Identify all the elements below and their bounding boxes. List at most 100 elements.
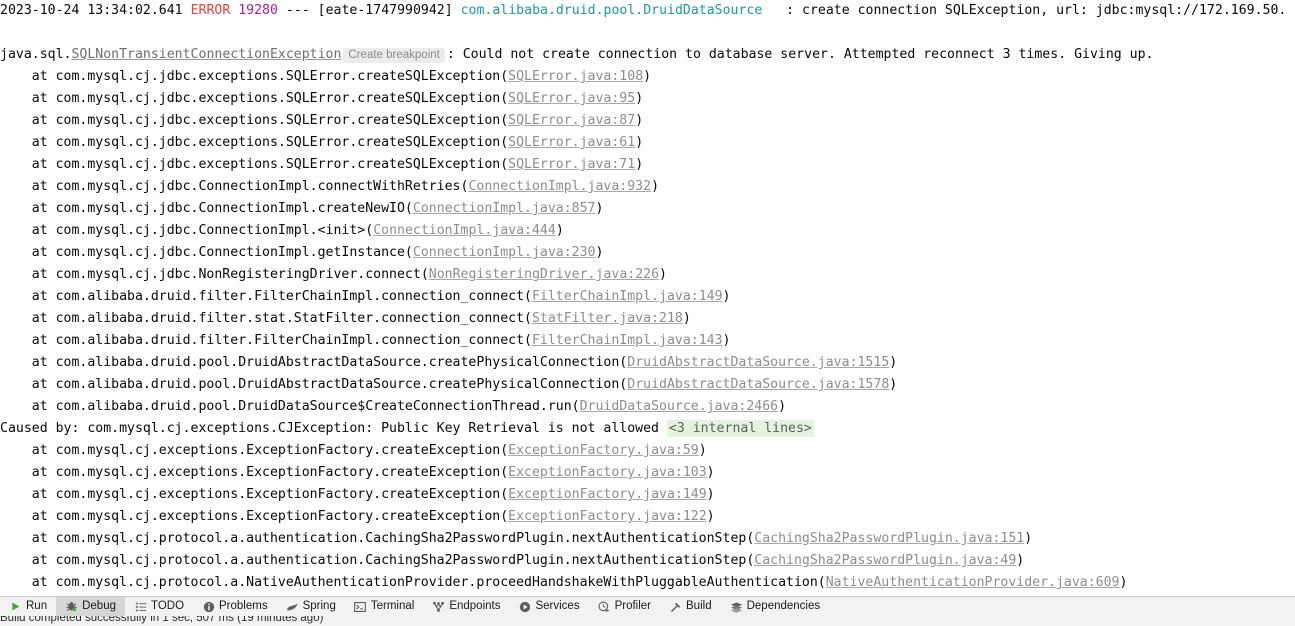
stack-frame-source-link[interactable]: DruidAbstractDataSource.java:1578 (627, 377, 889, 392)
tool-window-bar: Run Debug TODO Problems Spring Terminal Endpoi… (0, 596, 1295, 616)
create-breakpoint-badge[interactable]: Create breakpoint (343, 48, 445, 63)
log-separator: --- (285, 3, 310, 18)
tool-window-tab-build[interactable]: Build (660, 597, 721, 616)
tool-window-tab-label: Run (26, 600, 48, 612)
endpoints-icon (432, 600, 445, 613)
stack-frame-source-link[interactable]: ExceptionFactory.java:103 (508, 465, 707, 480)
tool-window-tab-todo[interactable]: TODO (125, 597, 193, 616)
stack-frame-paren-close: ) (682, 311, 691, 326)
profiler-icon (598, 600, 611, 613)
build-hammer-icon (669, 600, 682, 613)
stack-frame-line: at com.alibaba.druid.pool.DruidDataSourc… (0, 396, 1295, 418)
stack-frame-paren-close: ) (722, 289, 731, 304)
stack-frame-source-link[interactable]: ConnectionImpl.java:444 (373, 223, 556, 238)
exception-headline: java.sql.SQLNonTransientConnectionExcept… (0, 44, 1295, 66)
log-pid: 19280 (238, 3, 278, 18)
stack-frame-source-link[interactable]: ExceptionFactory.java:59 (508, 443, 699, 458)
stack-frame-paren-close: ) (659, 267, 667, 282)
stack-frame-paren-open: ( (524, 333, 532, 348)
stack-frame-method: com.alibaba.druid.pool.DruidAbstractData… (55, 355, 620, 370)
tool-window-tab-dependencies[interactable]: Dependencies (721, 597, 830, 616)
stack-frame-line: at com.mysql.cj.jdbc.exceptions.SQLError… (0, 110, 1295, 132)
stack-frame-method: com.mysql.cj.exceptions.ExceptionFactory… (55, 487, 501, 502)
tool-window-tab-label: TODO (151, 600, 185, 612)
stack-frame-indent: at (0, 69, 56, 84)
stack-frame-source-link[interactable]: ExceptionFactory.java:149 (508, 487, 707, 502)
run-icon (9, 600, 22, 613)
stack-frame-indent: at (0, 377, 56, 392)
tool-window-tab-problems[interactable]: Problems (193, 597, 277, 616)
terminal-icon (354, 600, 367, 613)
stack-frame-method: com.mysql.cj.jdbc.exceptions.SQLError.cr… (55, 135, 501, 150)
stack-frame-source-link[interactable]: SQLError.java:61 (508, 135, 635, 150)
tool-window-tab-debug[interactable]: Debug (56, 597, 125, 616)
stack-frame-paren-close: ) (778, 399, 787, 414)
stack-frame-method: com.mysql.cj.protocol.a.authentication.C… (55, 531, 747, 546)
stack-frame-source-link[interactable]: DruidDataSource.java:2466 (580, 399, 779, 414)
tool-window-tab-label: Terminal (370, 600, 415, 612)
tool-window-tab-profiler[interactable]: Profiler (589, 597, 660, 616)
stack-frame-indent: at (0, 553, 56, 568)
stack-frame-line: at com.mysql.cj.exceptions.ExceptionFact… (0, 440, 1295, 462)
debug-bug-icon (65, 600, 78, 613)
stack-frame-paren-open: ( (500, 487, 509, 502)
stack-frame-paren-open: ( (524, 289, 532, 304)
stack-frame-source-link[interactable]: SQLError.java:71 (508, 157, 635, 172)
stack-frame-line: at com.alibaba.druid.pool.DruidAbstractD… (0, 352, 1295, 374)
stack-frame-line: at com.alibaba.druid.filter.FilterChainI… (0, 286, 1295, 308)
tool-window-tab-terminal[interactable]: Terminal (345, 597, 423, 616)
stack-frame-source-link[interactable]: SQLError.java:108 (508, 69, 643, 84)
stack-frame-method: com.mysql.cj.protocol.a.NativeAuthentica… (55, 575, 818, 590)
stack-frame-indent: at (0, 443, 56, 458)
stack-frame-line: at com.mysql.cj.exceptions.ExceptionFact… (0, 484, 1295, 506)
console-output-panel[interactable]: 2023-10-24 13:34:02.641 ERROR 19280 --- … (0, 0, 1295, 596)
stack-frame-source-link[interactable]: FilterChainImpl.java:143 (532, 333, 723, 348)
stack-frame-paren-close: ) (651, 179, 660, 194)
stack-frame-method: com.alibaba.druid.pool.DruidDataSource$C… (55, 399, 572, 414)
stack-frame-method: com.mysql.cj.exceptions.ExceptionFactory… (55, 509, 501, 524)
stack-frame-source-link[interactable]: SQLError.java:95 (508, 91, 635, 106)
stack-frame-source-link[interactable]: ExceptionFactory.java:122 (508, 509, 707, 524)
stack-frame-source-link[interactable]: CachingSha2PasswordPlugin.java:151 (754, 531, 1024, 546)
stack-frame-line: at com.mysql.cj.jdbc.ConnectionImpl.<ini… (0, 220, 1295, 242)
collapsed-internal-lines-badge[interactable]: <3 internal lines> (666, 420, 814, 437)
exception-type-link[interactable]: SQLNonTransientConnectionException (71, 47, 341, 62)
stack-frame-method: com.mysql.cj.jdbc.ConnectionImpl.getInst… (55, 245, 405, 260)
stack-frame-paren-close: ) (722, 333, 731, 348)
stack-frame-paren-close: ) (889, 377, 898, 392)
services-play-icon (518, 600, 531, 613)
stack-frame-list-primary: at com.mysql.cj.jdbc.exceptions.SQLError… (0, 66, 1295, 418)
stack-frame-source-link[interactable]: StatFilter.java:218 (532, 311, 683, 326)
stack-frame-method: com.alibaba.druid.filter.stat.StatFilter… (55, 311, 525, 326)
stack-frame-paren-close: ) (706, 465, 715, 480)
stack-frame-method: com.alibaba.druid.pool.DruidAbstractData… (55, 377, 620, 392)
tool-window-tab-services[interactable]: Services (509, 597, 588, 616)
stack-frame-paren-open: ( (365, 223, 374, 238)
log-header-line: 2023-10-24 13:34:02.641 ERROR 19280 --- … (0, 0, 1295, 22)
stack-frame-source-link[interactable]: DruidAbstractDataSource.java:1515 (627, 355, 889, 370)
exception-message: : Could not create connection to databas… (446, 47, 1154, 62)
stack-frame-indent: at (0, 531, 56, 546)
stack-frame-indent: at (0, 223, 56, 238)
log-gap (762, 3, 786, 18)
tool-window-tab-spring[interactable]: Spring (277, 597, 345, 616)
tool-window-tab-run[interactable]: Run (0, 597, 56, 616)
stack-frame-method: com.mysql.cj.jdbc.NonRegisteringDriver.c… (55, 267, 421, 282)
stack-frame-source-link[interactable]: ConnectionImpl.java:230 (413, 245, 596, 260)
stack-frame-source-link[interactable]: ConnectionImpl.java:857 (413, 201, 596, 216)
stack-frame-source-link[interactable]: FilterChainImpl.java:149 (532, 289, 723, 304)
stack-frame-paren-close: ) (1024, 531, 1033, 546)
stack-frame-source-link[interactable]: NonRegisteringDriver.java:226 (429, 267, 659, 282)
stack-frame-line: at com.mysql.cj.jdbc.ConnectionImpl.getI… (0, 242, 1295, 264)
stack-frame-method: com.mysql.cj.jdbc.exceptions.SQLError.cr… (55, 91, 501, 106)
stack-frame-indent: at (0, 245, 56, 260)
stack-frame-source-link[interactable]: NativeAuthenticationProvider.java:609 (826, 575, 1120, 590)
stack-frame-source-link[interactable]: ConnectionImpl.java:932 (468, 179, 651, 194)
stack-frame-indent: at (0, 157, 56, 172)
exception-package: java.sql. (0, 47, 72, 62)
tool-window-tab-endpoints[interactable]: Endpoints (423, 597, 509, 616)
log-logger-name: com.alibaba.druid.pool.DruidDataSource (460, 3, 763, 18)
stack-frame-method: com.mysql.cj.exceptions.ExceptionFactory… (55, 465, 501, 480)
stack-frame-source-link[interactable]: CachingSha2PasswordPlugin.java:49 (754, 553, 1016, 568)
stack-frame-source-link[interactable]: SQLError.java:87 (508, 113, 635, 128)
